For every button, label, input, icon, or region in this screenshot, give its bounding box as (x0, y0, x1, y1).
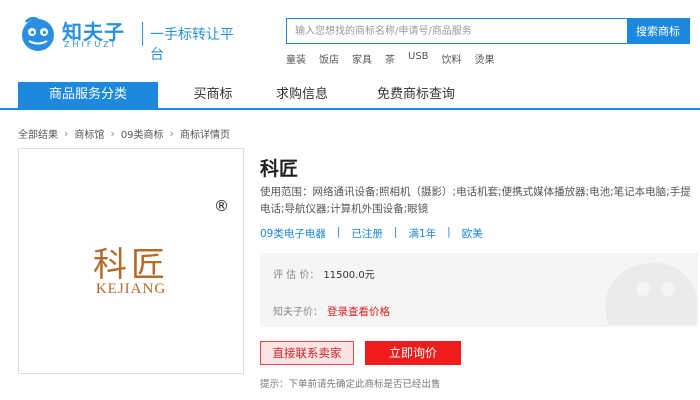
nav-tab-wanted[interactable]: 求购信息 (262, 82, 342, 108)
breadcrumb-current: 商标详情页 (179, 130, 230, 141)
nav-tab-free-search[interactable]: 免费商标查询 (356, 82, 476, 108)
tag-style[interactable]: 欧美 (462, 226, 483, 241)
trademark-image: ® 科匠 KEJIANG (18, 148, 244, 374)
inquire-now-button[interactable]: 立即询价 (365, 341, 461, 365)
zfz-price-row: 知夫子价： 登录查看价格 (273, 303, 390, 319)
hot-keywords: 童装 饭店 家具 茶 USB 饮料 烫果 (286, 51, 508, 66)
eval-price-row: 评 估 价： 11500.0元 (273, 266, 375, 281)
chevron-right-icon: › (110, 127, 115, 140)
tag-age[interactable]: 满1年 (408, 226, 436, 241)
nav-tab-buy-trademark[interactable]: 买商标 (178, 82, 248, 108)
trademark-scope: 使用范围：网络通讯设备;照相机（摄影）;电话机套;便携式媒体播放器;电池;笔记本… (260, 186, 691, 215)
eval-price-label: 评 估 价： (273, 270, 320, 281)
tag-divider: | (447, 226, 451, 238)
hot-keyword-link[interactable]: USB (408, 51, 429, 66)
search-input[interactable] (287, 19, 627, 43)
hot-keyword-link[interactable]: 家具 (352, 51, 372, 66)
tag-class[interactable]: 09类电子电器 (260, 226, 326, 241)
hot-keyword-link[interactable]: 茶 (385, 51, 395, 66)
main-nav: 商品服务分类 买商标 求购信息 免费商标查询 (0, 82, 700, 110)
chevron-right-icon: › (169, 127, 174, 140)
mascot-watermark-icon (605, 262, 698, 325)
login-view-price-link[interactable]: 登录查看价格 (327, 306, 390, 318)
hot-keyword-link[interactable]: 饮料 (442, 51, 462, 66)
site-logo[interactable]: 知夫子 ZHIFUZI 一手标转让平台 (18, 12, 238, 63)
breadcrumb: 全部结果 › 商标馆 › 09类商标 › 商标详情页 (18, 126, 230, 141)
contact-seller-button[interactable]: 直接联系卖家 (260, 341, 354, 365)
hot-keyword-link[interactable]: 烫果 (475, 51, 495, 66)
tag-divider: | (336, 226, 341, 238)
breadcrumb-link[interactable]: 商标馆 (74, 126, 104, 141)
logo-subtext: ZHIFUZI (64, 40, 118, 49)
tag-status[interactable]: 已注册 (351, 226, 383, 241)
trademark-image-en: KEJIANG (95, 281, 167, 297)
registered-symbol: ® (214, 197, 229, 215)
mascot-logo-icon (22, 16, 54, 51)
chevron-right-icon: › (64, 127, 69, 140)
eval-price-value: 11500.0元 (323, 270, 375, 281)
price-panel: 评 估 价： 11500.0元 知夫子价： 登录查看价格 (260, 253, 698, 327)
breadcrumb-link[interactable]: 全部结果 (18, 126, 58, 141)
hot-keyword-link[interactable]: 饭店 (319, 51, 339, 66)
trademark-name: 科匠 (260, 158, 299, 180)
search-button[interactable]: 搜索商标 (627, 19, 689, 43)
trademark-tags: 09类电子电器 | 已注册 | 满1年 | 欧美 (260, 226, 483, 241)
logo-divider (142, 22, 143, 46)
nav-tab-categories[interactable]: 商品服务分类 (18, 82, 158, 108)
tag-divider: | (393, 226, 398, 238)
purchase-tip: 提示：下单前请先确定此商标是否已经出售 (260, 379, 441, 390)
breadcrumb-link[interactable]: 09类商标 (121, 126, 164, 141)
hot-keyword-link[interactable]: 童装 (286, 51, 306, 66)
site-slogan: 一手标转让平台 (150, 27, 234, 63)
search-bar: 搜索商标 (286, 18, 690, 44)
zfz-price-label: 知夫子价： (273, 307, 323, 318)
trademark-image-cn: 科匠 (93, 245, 169, 285)
